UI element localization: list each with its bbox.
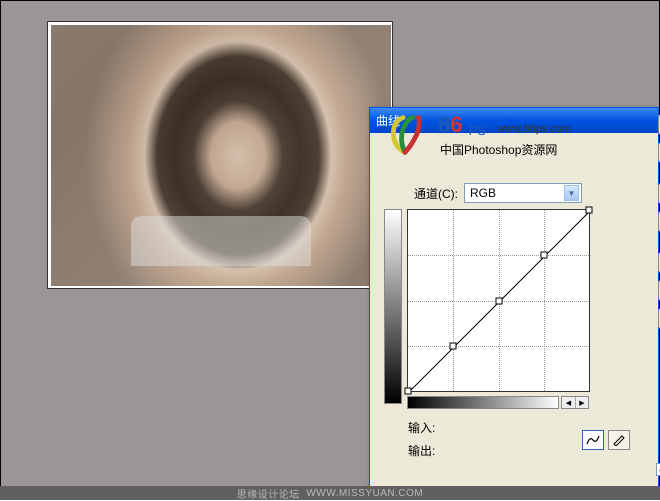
channel-value: RGB: [470, 186, 496, 200]
curve-point[interactable]: [450, 342, 457, 349]
document-window[interactable]: [47, 21, 393, 289]
wave-icon: [586, 434, 600, 446]
curve-point[interactable]: [540, 252, 547, 259]
input-value: [450, 420, 498, 436]
logo-icon: [376, 106, 434, 160]
output-label: 输出:: [408, 442, 444, 459]
chevron-down-icon: ▼: [564, 185, 579, 201]
arrow-left-icon: ◀: [562, 397, 575, 408]
curve-point[interactable]: [495, 297, 502, 304]
curve-tool-button[interactable]: [582, 430, 604, 450]
channel-select[interactable]: RGB ▼: [464, 183, 582, 203]
document-image: [51, 25, 391, 286]
brand-6: 6: [450, 112, 462, 137]
output-gradient-vertical: [384, 209, 402, 404]
preview-checkbox[interactable]: ✓: [656, 463, 660, 476]
input-label: 输入:: [408, 419, 444, 436]
pencil-tool-button[interactable]: [608, 430, 630, 450]
curves-dialog: 曲线 通道(C): RGB ▼: [369, 107, 659, 491]
curve-point[interactable]: [586, 207, 593, 214]
gradient-direction-toggle[interactable]: ◀ ▶: [561, 396, 589, 409]
watermark-left: 思缘设计论坛: [237, 486, 300, 501]
watermark-branding: 86 PS www.86ps.com 中国Photoshop资源网: [376, 106, 656, 161]
brand-ps: PS: [469, 123, 486, 138]
curve-point[interactable]: [405, 388, 412, 395]
output-value: [450, 443, 498, 459]
pencil-icon: [612, 434, 626, 446]
arrow-right-icon: ▶: [575, 397, 588, 408]
watermark-right: WWW.MISSYUAN.COM: [306, 488, 423, 499]
brand-subtitle: 中国Photoshop资源网: [440, 141, 571, 158]
footer-watermark: 思缘设计论坛 WWW.MISSYUAN.COM: [0, 486, 660, 500]
input-gradient-horizontal: [407, 396, 559, 409]
brand-url: www.86ps.com: [497, 123, 571, 135]
canvas-area: 曲线 通道(C): RGB ▼: [0, 0, 660, 490]
brand-8: 8: [438, 112, 450, 137]
curves-graph[interactable]: [407, 209, 590, 392]
channel-label: 通道(C):: [414, 185, 458, 202]
